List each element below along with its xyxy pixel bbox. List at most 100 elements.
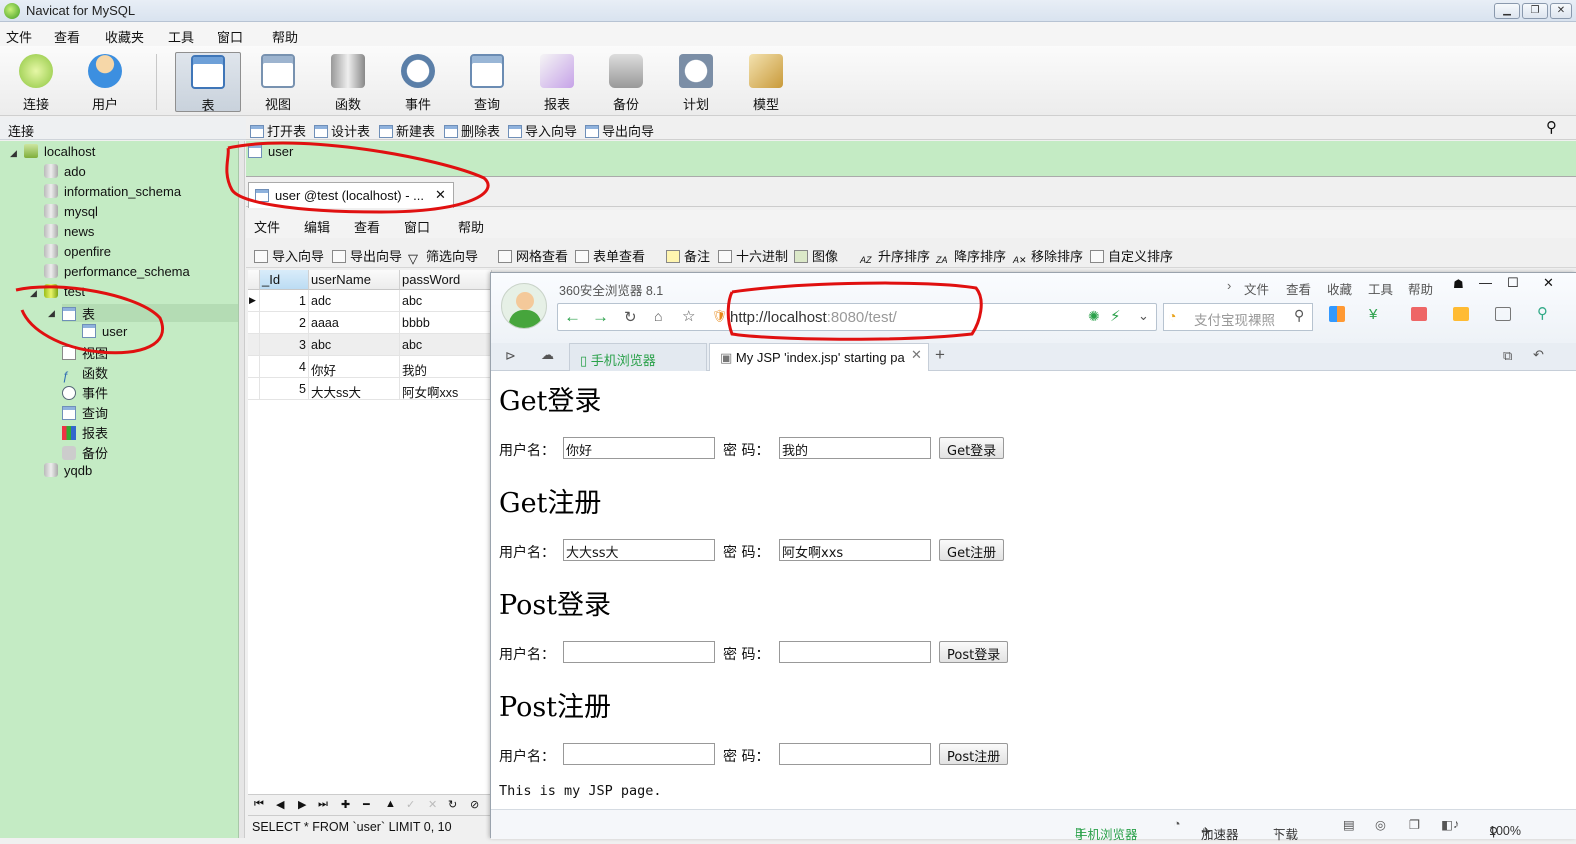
tree-node-performance-schema[interactable]: performance_schema [44, 264, 190, 282]
clean-icon[interactable]: ◎ [1375, 817, 1386, 832]
table-cell[interactable]: 你好 [309, 356, 400, 378]
stop-icon[interactable]: ⊘ [470, 798, 479, 811]
table-button[interactable]: 表 [175, 52, 241, 113]
password-input[interactable] [779, 743, 931, 765]
theme-icon[interactable]: ◧ [1441, 817, 1453, 832]
tab-list-icon[interactable]: ⧉ [1503, 348, 1512, 364]
yen-icon[interactable]: ¥ [1369, 306, 1377, 323]
tree-node-test[interactable]: test [44, 284, 85, 302]
tree-node-reports[interactable]: 报表 [62, 423, 108, 441]
tree-node-news[interactable]: news [44, 224, 94, 242]
new-table-button[interactable]: 新建表 [379, 121, 435, 140]
zoom-search-icon[interactable]: ⚲ [1537, 304, 1548, 322]
menu-favorites[interactable]: 收藏夹 [105, 27, 144, 46]
speed-status-icon[interactable]: ◔ [1173, 817, 1181, 831]
table-cell[interactable]: 4 [260, 356, 309, 378]
reload-icon[interactable]: ↻ [624, 308, 637, 326]
apps-icon[interactable] [1329, 306, 1345, 322]
hex-tool[interactable]: 十六进制 [718, 246, 788, 265]
browser-close-icon[interactable]: ✕ [1543, 275, 1554, 291]
tree-node-queries[interactable]: 查询 [62, 403, 108, 421]
undo-close-icon[interactable]: ↶ [1533, 347, 1544, 363]
next-record-icon[interactable]: ▶ [298, 798, 306, 811]
menu-help[interactable]: 帮助 [272, 27, 298, 46]
url-text[interactable]: http://localhost:8080/test/ [730, 309, 897, 326]
table-cell[interactable]: aaaa [309, 312, 400, 334]
export-wizard-button[interactable]: 导出向导 [585, 121, 654, 140]
sub-menu-help[interactable]: 帮助 [458, 217, 484, 236]
table-cell[interactable]: 大大ss大 [309, 378, 400, 400]
model-button[interactable]: 模型 [733, 52, 799, 112]
delete-table-button[interactable]: 删除表 [444, 121, 500, 140]
table-cell[interactable]: 5 [260, 378, 309, 400]
translate-icon[interactable] [1411, 307, 1427, 321]
prev-record-icon[interactable]: ◀ [276, 798, 284, 811]
table-cell[interactable]: adc [309, 290, 400, 312]
password-input[interactable]: 我的 [779, 437, 931, 459]
back-icon[interactable]: ← [564, 307, 581, 327]
post-register-button[interactable]: Post注册 [939, 743, 1009, 765]
open-table-button[interactable]: 打开表 [250, 121, 306, 140]
sort-desc-tool[interactable]: ZA 降序排序 [936, 246, 1006, 268]
sound-icon[interactable]: ♪ [1453, 817, 1459, 831]
lightning-icon[interactable]: ⚡ [1110, 307, 1121, 325]
tree-node-mysql[interactable]: mysql [44, 204, 98, 222]
tree-node-yqdb[interactable]: yqdb [44, 463, 92, 481]
sub-menu-file[interactable]: 文件 [254, 217, 280, 236]
import-wizard-tool[interactable]: 导入向导 [254, 246, 324, 265]
memo-tool[interactable]: 备注 [666, 246, 710, 265]
view-button[interactable]: 视图 [245, 52, 311, 112]
browser-menu-favorites[interactable]: 收藏 [1327, 279, 1352, 298]
window-icon[interactable] [1495, 307, 1511, 321]
tree-node-views[interactable]: 视图 [62, 343, 108, 361]
close-tab-icon[interactable]: ✕ [911, 347, 922, 363]
forward-icon[interactable]: → [592, 307, 609, 327]
password-input[interactable] [779, 641, 931, 663]
expand-arrow-icon[interactable]: ◢ [48, 308, 55, 319]
add-record-icon[interactable]: ✚ [341, 798, 350, 811]
table-cell[interactable]: 1 [260, 290, 309, 312]
minimize-button[interactable]: ▁ [1494, 3, 1520, 19]
browser-minimize-icon[interactable]: — [1479, 275, 1492, 290]
column-header-username[interactable]: userName [309, 270, 400, 290]
grid-view-tool[interactable]: 网格查看 [498, 246, 568, 265]
browser-maximize-icon[interactable]: ☐ [1507, 275, 1519, 291]
username-input[interactable]: 大大ss大 [563, 539, 715, 561]
event-button[interactable]: 事件 [385, 52, 451, 112]
username-input[interactable] [563, 641, 715, 663]
tab-jsp-page[interactable]: ▣ My JSP 'index.jsp' starting pa [709, 343, 929, 371]
column-header-password[interactable]: passWord [400, 270, 492, 290]
browser-menu-file[interactable]: 文件 [1244, 279, 1269, 298]
image-tool[interactable]: 图像 [794, 246, 838, 265]
sub-menu-window[interactable]: 窗口 [404, 217, 430, 236]
menu-view[interactable]: 查看 [54, 27, 80, 46]
tree-node-ado[interactable]: ado [44, 164, 86, 182]
document-tab-user[interactable]: user @test (localhost) - ... ✕ [248, 182, 454, 208]
get-register-button[interactable]: Get注册 [939, 539, 1005, 561]
schedule-button[interactable]: 计划 [663, 52, 729, 112]
dropdown-icon[interactable]: ⌄ [1138, 308, 1149, 324]
remove-sort-tool[interactable]: A✕ 移除排序 [1013, 246, 1083, 268]
home-icon[interactable]: ⌂ [654, 308, 662, 324]
username-input[interactable]: 你好 [563, 437, 715, 459]
close-button[interactable]: ✕ [1550, 3, 1572, 19]
get-login-button[interactable]: Get登录 [939, 437, 1005, 459]
panel-splitter[interactable] [239, 141, 245, 838]
browser-menu-tools[interactable]: 工具 [1368, 279, 1393, 298]
export-wizard-tool[interactable]: 导出向导 [332, 246, 402, 265]
backup-button[interactable]: 备份 [593, 52, 659, 112]
avatar[interactable] [501, 283, 547, 329]
menu-file[interactable]: 文件 [6, 27, 32, 46]
tree-node-events[interactable]: 事件 [62, 383, 108, 401]
sub-menu-edit[interactable]: 编辑 [304, 217, 330, 236]
form-view-tool[interactable]: 表单查看 [575, 246, 645, 265]
menu-window[interactable]: 窗口 [217, 27, 243, 46]
expand-arrow-icon[interactable]: ◢ [10, 148, 17, 159]
browser-menu-help[interactable]: 帮助 [1408, 279, 1433, 298]
column-header-id[interactable]: _Id [260, 270, 309, 290]
expand-arrow-icon[interactable]: ◢ [30, 288, 37, 299]
screenshot-icon[interactable] [1453, 307, 1469, 321]
filter-wizard-tool[interactable]: ▽ 筛选向导 [408, 246, 478, 266]
book-icon[interactable]: ▤ [1343, 817, 1355, 832]
tree-node-information-schema[interactable]: information_schema [44, 184, 181, 202]
